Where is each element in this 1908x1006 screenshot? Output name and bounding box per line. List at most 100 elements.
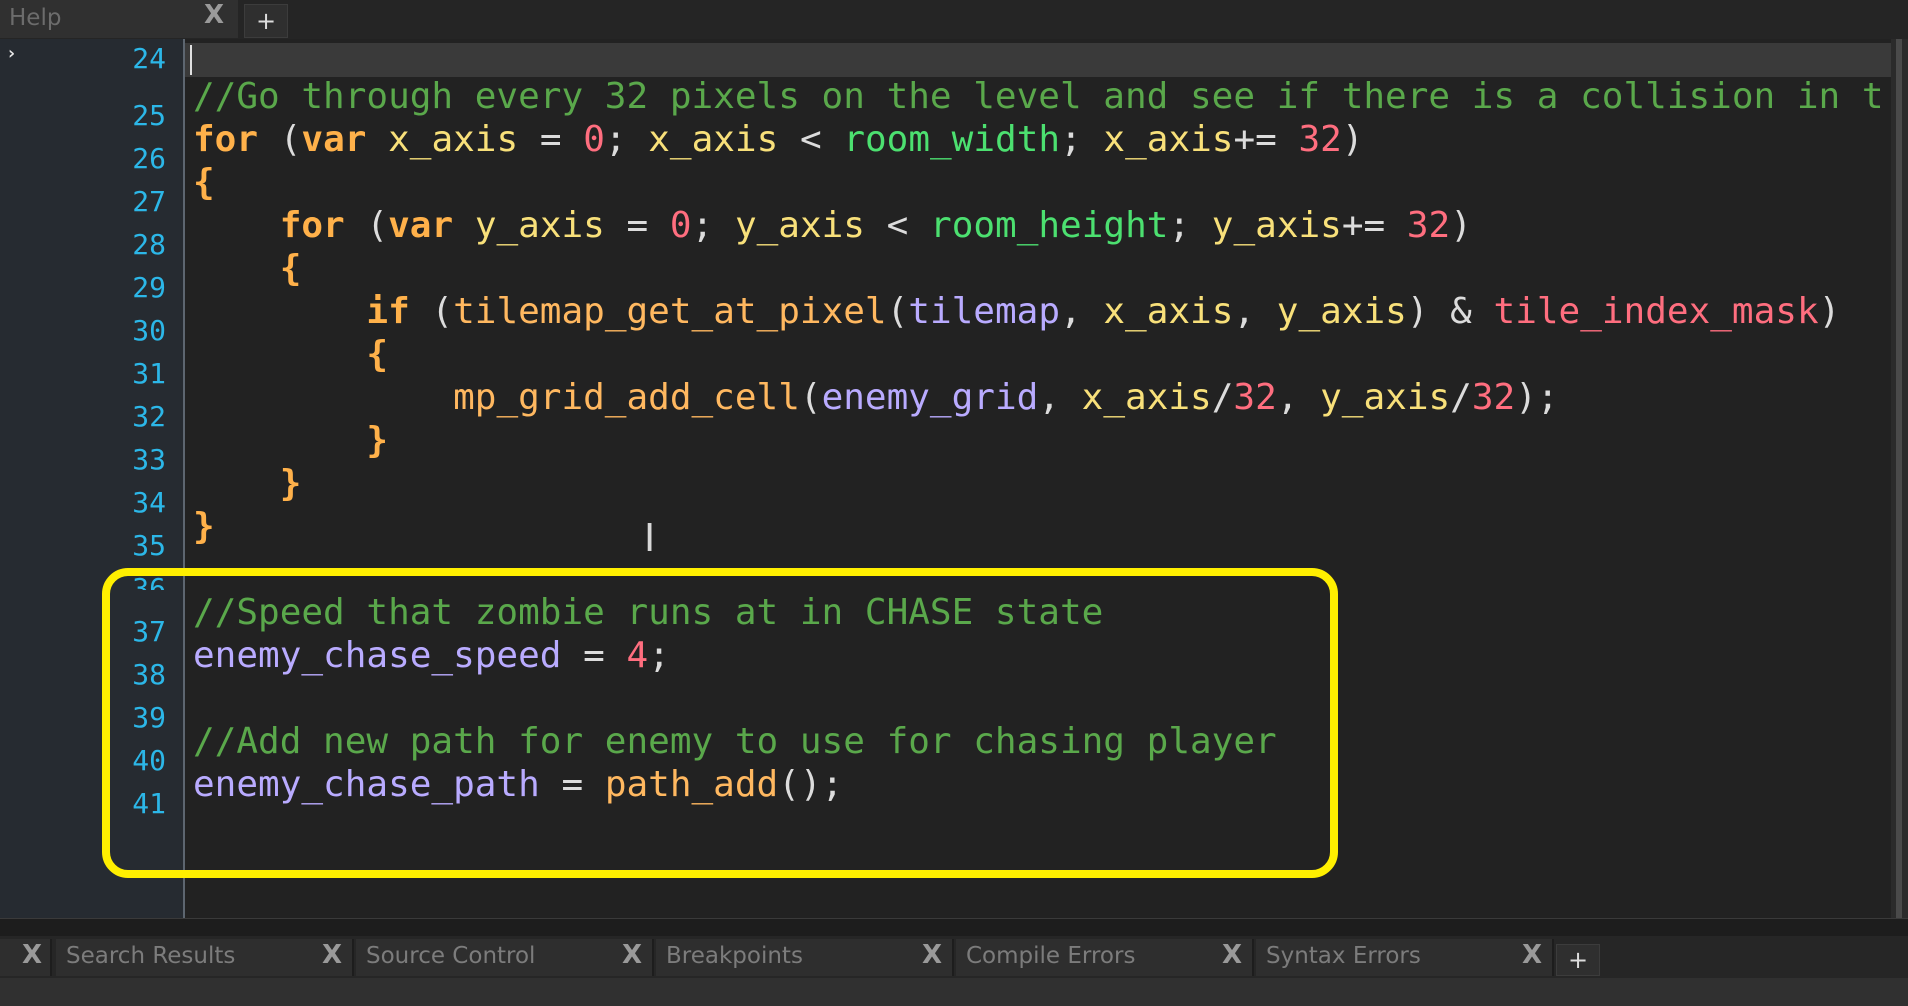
bottom-panel-content (0, 978, 1908, 1006)
identifier-tilemap: tilemap (908, 291, 1060, 332)
punct: ; (1168, 205, 1212, 246)
tab-breakpoints[interactable]: Breakpoints X (656, 939, 954, 976)
tab-syntax-errors-close-icon[interactable]: X (1522, 940, 1542, 970)
punct: ) (1450, 205, 1472, 246)
current-line-highlight (185, 43, 1891, 77)
keyword-var: var (301, 119, 367, 160)
punct: ( (258, 119, 302, 160)
tab-source-control-label: Source Control (366, 943, 536, 969)
code-line-32: mp_grid_add_cell(enemy_grid, x_axis/32, … (193, 377, 1559, 419)
code-line-35: } (193, 506, 215, 547)
add-tab-button[interactable]: + (244, 4, 288, 38)
tab-search-results-close-icon[interactable]: X (322, 940, 342, 970)
keyword-var: var (388, 205, 454, 246)
tab-output-close-icon[interactable]: X (22, 940, 42, 970)
text-cursor-ibeam-icon: I (644, 516, 656, 560)
add-bottom-tab-button[interactable]: + (1556, 944, 1600, 976)
code-line-25: //Go through every 32 pixels on the leve… (193, 76, 1884, 117)
builtin-room-width: room_width (843, 119, 1061, 160)
number-literal: 0 (669, 205, 692, 246)
number-literal: 32 (1406, 205, 1451, 246)
highlight-annotation-box (102, 568, 1338, 878)
function-tilemap-get-at-pixel: tilemap_get_at_pixel (453, 291, 887, 332)
tab-source-control[interactable]: Source Control X (356, 939, 654, 976)
identifier-y-axis: y_axis (1211, 205, 1342, 246)
number-literal: 0 (583, 119, 605, 160)
brace: } (366, 420, 389, 461)
punct: ); (1515, 377, 1559, 418)
punct: ) (1818, 291, 1841, 332)
identifier-y-axis: y_axis (1320, 377, 1451, 418)
code-line-29: { (193, 248, 302, 290)
number-literal: 32 (1233, 377, 1277, 418)
tab-search-results-label: Search Results (66, 943, 236, 969)
tab-syntax-errors[interactable]: Syntax Errors X (1256, 939, 1554, 976)
code-line-27: { (193, 162, 215, 203)
op-divide: / (1450, 377, 1472, 418)
line-number: 35 (132, 529, 166, 562)
op-plus-assign: += (1233, 119, 1299, 160)
tab-output[interactable]: X (0, 939, 52, 976)
current-line-arrow-icon: › (6, 43, 17, 64)
op-divide: / (1211, 377, 1234, 418)
constant-tile-index-mask: tile_index_mask (1493, 291, 1819, 332)
line-number: 30 (132, 314, 166, 347)
identifier-x-axis: x_axis (1103, 119, 1234, 160)
tab-help[interactable]: Help X (0, 0, 238, 38)
identifier-x-axis: x_axis (648, 119, 779, 160)
keyword-for: for (279, 205, 345, 246)
code-line-28: for (var y_axis = 0; y_axis < room_heigh… (193, 205, 1472, 247)
punct: ; (1060, 119, 1104, 160)
identifier-y-axis: y_axis (734, 205, 865, 246)
line-number: 29 (132, 271, 166, 304)
line-number: 31 (132, 357, 166, 390)
tab-breakpoints-close-icon[interactable]: X (922, 940, 942, 970)
tab-help-close-icon[interactable]: X (204, 0, 224, 30)
identifier-y-axis: y_axis (1276, 291, 1407, 332)
line-number: 27 (132, 185, 166, 218)
code-line-31: { (193, 334, 388, 376)
punct: ( (344, 205, 389, 246)
identifier-y-axis: y_axis (474, 205, 605, 246)
tab-compile-errors-close-icon[interactable]: X (1222, 940, 1242, 970)
line-number: 32 (132, 400, 166, 433)
tab-syntax-errors-label: Syntax Errors (1266, 943, 1421, 969)
code-line-33: } (193, 420, 388, 462)
line-number: 26 (132, 142, 166, 175)
op-assign: = (604, 205, 670, 246)
keyword-if: if (366, 291, 410, 332)
op-lt: < (864, 205, 931, 246)
punct: ) & (1406, 291, 1494, 332)
top-tab-bar: Help X + (0, 0, 1908, 39)
brace: { (279, 248, 302, 289)
function-mp-grid-add-cell: mp_grid_add_cell (453, 377, 800, 418)
punct: ( (409, 291, 454, 332)
code-line-34: } (193, 463, 302, 505)
identifier-enemy-grid: enemy_grid (821, 377, 1039, 418)
code-line-30: if (tilemap_get_at_pixel(tilemap, x_axis… (193, 291, 1840, 333)
punct: , (1038, 377, 1082, 418)
punct: ; (691, 205, 735, 246)
tab-search-results[interactable]: Search Results X (56, 939, 354, 976)
punct: , (1276, 377, 1321, 418)
bottom-panel-separator[interactable] (0, 918, 1908, 937)
identifier-x-axis: x_axis (388, 119, 519, 160)
op-plus-assign: += (1341, 205, 1407, 246)
line-number: 34 (132, 486, 166, 519)
punct: , (1060, 291, 1104, 332)
op-assign: = (518, 119, 584, 160)
scrollbar-thumb[interactable] (1896, 39, 1902, 919)
identifier-x-axis: x_axis (1081, 377, 1212, 418)
line-number: 25 (132, 99, 166, 132)
number-literal: 32 (1298, 119, 1342, 160)
tab-source-control-close-icon[interactable]: X (622, 940, 642, 970)
tab-compile-errors[interactable]: Compile Errors X (956, 939, 1254, 976)
punct: ( (886, 291, 909, 332)
tab-compile-errors-label: Compile Errors (966, 943, 1136, 969)
punct: , (1233, 291, 1277, 332)
identifier-x-axis: x_axis (1103, 291, 1234, 332)
tab-breakpoints-label: Breakpoints (666, 943, 803, 969)
brace: } (279, 463, 302, 504)
punct: ( (799, 377, 822, 418)
